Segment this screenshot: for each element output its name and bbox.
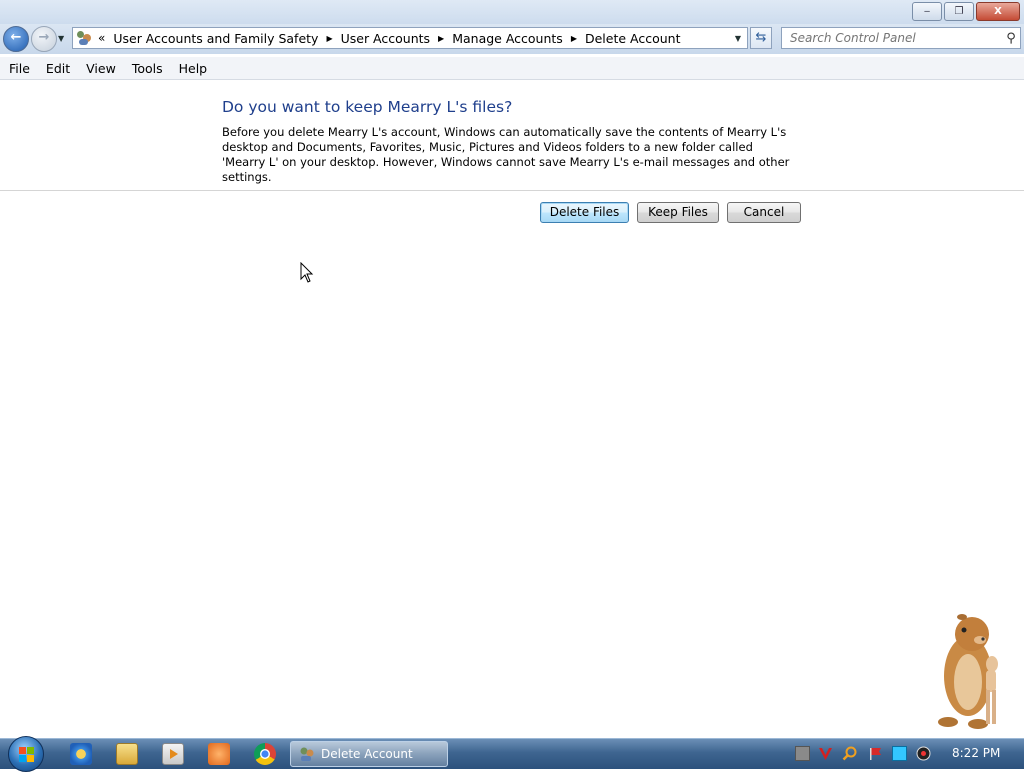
chrome-icon[interactable] [254, 743, 276, 765]
breadcrumb-delete-account[interactable]: Delete Account [581, 31, 685, 46]
search-icon[interactable]: ⚲ [1002, 31, 1020, 46]
window-title-bar: ‒ ❐ X [0, 0, 1024, 24]
address-dropdown-icon[interactable]: ▼ [729, 34, 747, 43]
keep-files-button[interactable]: Keep Files [637, 202, 719, 223]
user-accounts-icon [76, 30, 94, 46]
menu-bar: File Edit View Tools Help [0, 57, 1024, 80]
search-box: ⚲ [781, 27, 1021, 49]
page-description: Before you delete Mearry L's account, Wi… [222, 125, 790, 184]
network-tray-icon[interactable] [795, 746, 810, 761]
app-icon[interactable] [208, 743, 230, 765]
mouse-cursor-icon [300, 262, 314, 283]
delete-files-button[interactable]: Delete Files [540, 202, 629, 223]
breadcrumb-user-accounts[interactable]: User Accounts [337, 31, 434, 46]
menu-view[interactable]: View [79, 61, 123, 76]
cancel-button[interactable]: Cancel [727, 202, 801, 223]
taskbar: Delete Account 8:22 PM [0, 736, 1024, 772]
breadcrumb-separator-icon[interactable]: ▶ [571, 34, 577, 43]
breadcrumb-separator-icon[interactable]: ▶ [438, 34, 444, 43]
forward-button[interactable]: → [31, 26, 57, 52]
restore-button[interactable]: ❐ [944, 2, 974, 21]
antivirus-tray-icon[interactable] [818, 746, 833, 761]
minimize-button[interactable]: ‒ [912, 2, 942, 21]
window-controls: ‒ ❐ X [912, 2, 1020, 21]
divider [0, 190, 1024, 191]
breadcrumb-manage-accounts[interactable]: Manage Accounts [448, 31, 567, 46]
media-player-icon[interactable] [162, 743, 184, 765]
taskbar-item-label: Delete Account [321, 747, 413, 761]
close-button[interactable]: X [976, 2, 1020, 21]
start-button[interactable] [8, 736, 44, 772]
address-bar[interactable]: « User Accounts and Family Safety ▶ User… [72, 27, 748, 49]
desktop-mascot-figure [938, 614, 998, 729]
clock[interactable]: 8:22 PM [952, 746, 1000, 760]
breadcrumb-separator-icon[interactable]: ▶ [326, 34, 332, 43]
menu-edit[interactable]: Edit [39, 61, 77, 76]
menu-tools[interactable]: Tools [125, 61, 170, 76]
internet-explorer-icon[interactable] [70, 743, 92, 765]
refresh-button[interactable]: ⇆ [750, 27, 772, 49]
page-title: Do you want to keep Mearry L's files? [222, 98, 513, 116]
search-tray-icon[interactable] [842, 746, 857, 761]
recent-pages-dropdown-icon[interactable]: ▼ [58, 34, 64, 43]
breadcrumb-overflow-icon[interactable]: « [98, 31, 105, 45]
back-button[interactable]: ← [3, 26, 29, 52]
volume-tray-icon[interactable] [916, 746, 931, 761]
menu-file[interactable]: File [2, 61, 37, 76]
menu-help[interactable]: Help [172, 61, 215, 76]
search-input[interactable] [788, 30, 1002, 46]
windows-explorer-icon[interactable] [116, 743, 138, 765]
taskbar-item-delete-account[interactable]: Delete Account [290, 741, 448, 767]
main-content: Do you want to keep Mearry L's files? Be… [0, 80, 1024, 738]
display-tray-icon[interactable] [892, 746, 907, 761]
navigation-bar: ← → ▼ « User Accounts and Family Safety … [0, 24, 1024, 54]
flag-tray-icon[interactable] [868, 746, 883, 761]
user-accounts-icon [299, 746, 315, 762]
breadcrumb-user-accounts-and-family-safety[interactable]: User Accounts and Family Safety [109, 31, 322, 46]
